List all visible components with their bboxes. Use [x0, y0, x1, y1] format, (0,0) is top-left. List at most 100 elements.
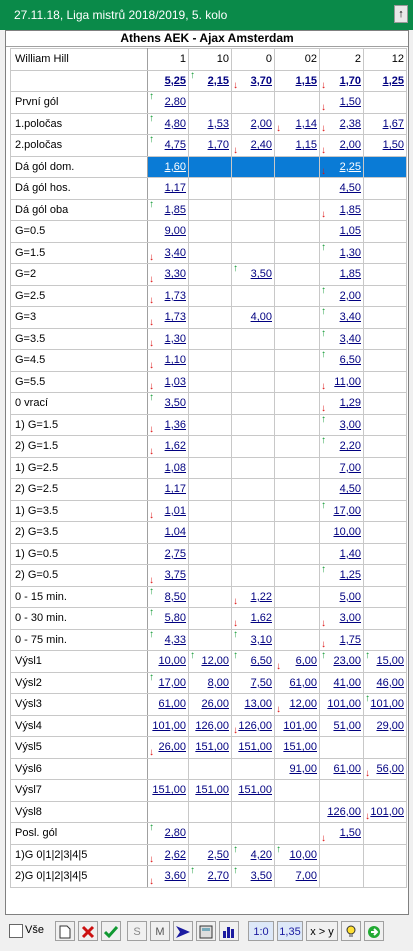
arrow-icon[interactable] [173, 921, 193, 941]
odds-link[interactable]: 101,00 [152, 720, 186, 732]
odds-link[interactable]: 1,85 [340, 268, 361, 280]
odds-link[interactable]: 1,29 [340, 397, 361, 409]
close-button[interactable]: ↑ [394, 5, 408, 23]
odds-link[interactable]: 4,50 [340, 483, 361, 495]
table-row[interactable]: Dá gól oba ↑ 1,85 ↓ 1,85 [10, 198, 407, 221]
odds-link[interactable]: 3,50 [251, 268, 272, 280]
odds-link[interactable]: 11,00 [334, 376, 361, 388]
table-row[interactable]: G=2 ↓ 3,30 ↑ 3,50 1,85 [10, 263, 407, 286]
odds-link[interactable]: 2,62 [165, 849, 186, 861]
odds-link[interactable]: 2,20 [340, 440, 361, 452]
odds-link[interactable]: 3,00 [340, 612, 361, 624]
odds-link[interactable]: 1,15 [296, 75, 317, 87]
odds-link[interactable]: 3,40 [340, 311, 361, 323]
odds-link[interactable]: 2,00 [251, 118, 272, 130]
table-row[interactable]: 2) G=1.5 ↓ 1,62 ↑ 2,20 [10, 435, 407, 458]
odds-link[interactable]: 2,25 [340, 161, 361, 173]
table-row[interactable]: 2) G=0.5 ↓ 3,75 ↑ 1,25 [10, 564, 407, 587]
odds-link[interactable]: 10,00 [333, 526, 361, 538]
odds-link[interactable]: 4,75 [165, 139, 186, 151]
odds-link[interactable]: 1,17 [165, 483, 186, 495]
odds-link[interactable]: 2,00 [340, 139, 361, 151]
bulb-icon[interactable] [341, 921, 361, 941]
table-row[interactable]: 2) G=3.5 1,04 10,00 [10, 521, 407, 544]
odds-link[interactable]: 3,50 [165, 397, 186, 409]
odds-link[interactable]: 3,50 [251, 870, 272, 882]
odds-link[interactable]: 23,00 [333, 655, 361, 667]
odds-link[interactable]: 1,01 [165, 505, 186, 517]
odds-link[interactable]: 5,25 [165, 75, 186, 87]
odds-link[interactable]: 56,00 [376, 763, 404, 775]
odds-link[interactable]: 3,40 [340, 333, 361, 345]
odds-link[interactable]: 41,00 [333, 677, 361, 689]
table-row[interactable]: 0 - 75 min. ↑ 4,33 ↑ 3,10 ↓ 1,75 [10, 628, 407, 651]
odds-link[interactable]: 126,00 [195, 720, 229, 732]
delete-icon[interactable] [78, 921, 98, 941]
chart-icon[interactable] [219, 921, 239, 941]
table-row[interactable]: 2.poločas ↑ 4,75 1,70 ↓ 2,40 1,15 ↓ 2,00 1,50 [10, 134, 407, 157]
table-row[interactable]: 0 - 30 min. ↑ 5,80 ↓ 1,62 ↓ 3,00 [10, 607, 407, 630]
odds-link[interactable]: 2,70 [208, 870, 229, 882]
odds-link[interactable]: 4,80 [165, 118, 186, 130]
table-row[interactable]: Výsl7 151,00 151,00 151,00 [10, 779, 407, 802]
odds-link[interactable]: 4,33 [165, 634, 186, 646]
odds-link[interactable]: 4,50 [340, 182, 361, 194]
odds-link[interactable]: 2,15 [208, 75, 229, 87]
calculator-icon[interactable] [196, 921, 216, 941]
odds-link[interactable]: 101,00 [370, 698, 404, 710]
odds-link[interactable]: 151,00 [238, 784, 272, 796]
odds-link[interactable]: 1,70 [208, 139, 229, 151]
odds-link[interactable]: 1,14 [296, 118, 317, 130]
odds-link[interactable]: 1,85 [340, 204, 361, 216]
odds-link[interactable]: 1,60 [165, 161, 186, 173]
odds-link[interactable]: 8,00 [208, 677, 229, 689]
odds-link[interactable]: 1,50 [383, 139, 404, 151]
go-icon[interactable] [364, 921, 384, 941]
odds-link[interactable]: 1,50 [340, 96, 361, 108]
table-row[interactable]: Výsl3 61,00 26,00 13,00 ↓ 12,00 101,00 ↑ 101,00 [10, 693, 407, 716]
score-button[interactable]: 1:0 [248, 921, 274, 941]
odds-link[interactable]: 101,00 [283, 720, 317, 732]
odds-link[interactable]: 5,00 [340, 591, 361, 603]
odds-link[interactable]: 1,62 [251, 612, 272, 624]
table-row[interactable]: 0 - 15 min. ↑ 8,50 ↓ 1,22 5,00 [10, 585, 407, 608]
table-row[interactable]: Výsl2 ↑ 17,00 8,00 7,50 61,00 41,00 46,00 [10, 671, 407, 694]
odds-link[interactable]: 3,00 [340, 419, 361, 431]
odds-link[interactable]: 1,36 [165, 419, 186, 431]
table-row[interactable]: G=1.5 ↓ 3,40 ↑ 1,30 [10, 241, 407, 264]
odds-link[interactable]: 17,00 [333, 505, 361, 517]
table-row[interactable]: Dá gól dom. 1,60 ↓ 2,25 [10, 155, 407, 178]
odds-link[interactable]: 10,00 [158, 655, 186, 667]
table-row[interactable]: G=5.5 ↓ 1,03 ↓ 11,00 [10, 370, 407, 393]
odds-link[interactable]: 1,10 [165, 354, 186, 366]
odds-link[interactable]: 29,00 [376, 720, 404, 732]
odds-link[interactable]: 1,67 [383, 118, 404, 130]
odds-link[interactable]: 3,30 [165, 268, 186, 280]
odds-link[interactable]: 151,00 [195, 741, 229, 753]
odds-link[interactable]: 51,00 [333, 720, 361, 732]
odds-link[interactable]: 26,00 [201, 698, 229, 710]
odds-link[interactable]: 7,00 [340, 462, 361, 474]
new-document-icon[interactable] [55, 921, 75, 941]
odds-link[interactable]: 4,20 [251, 849, 272, 861]
odds-link[interactable]: 101,00 [370, 806, 404, 818]
odds-link[interactable]: 1,85 [165, 204, 186, 216]
odds-link[interactable]: 2,80 [165, 96, 186, 108]
table-row[interactable]: 2) G=2.5 1,17 4,50 [10, 478, 407, 501]
odds-link[interactable]: 12,00 [289, 698, 317, 710]
check-icon[interactable] [101, 921, 121, 941]
odds-link[interactable]: 1,08 [165, 462, 186, 474]
odds-link[interactable]: 6,50 [251, 655, 272, 667]
table-row[interactable]: Dá gól hos. 1,17 4,50 [10, 177, 407, 200]
odds-link[interactable]: 1,17 [165, 182, 186, 194]
odds-link[interactable]: 2,38 [340, 118, 361, 130]
odds-link[interactable]: 1,53 [208, 118, 229, 130]
odds-link[interactable]: 1,30 [165, 333, 186, 345]
table-row[interactable]: 2)G 0|1|2|3|4|5 ↓ 3,60 ↑ 2,70 ↑ 3,50 7,00 [10, 865, 407, 888]
table-row[interactable]: G=2.5 ↓ 1,73 ↑ 2,00 [10, 284, 407, 307]
odds-link[interactable]: 1,30 [340, 247, 361, 259]
odds-link[interactable]: 7,50 [251, 677, 272, 689]
odds-link[interactable]: 3,40 [165, 247, 186, 259]
table-row[interactable]: G=4.5 ↓ 1,10 ↑ 6,50 [10, 349, 407, 372]
table-row[interactable]: 1)G 0|1|2|3|4|5 ↓ 2,62 2,50 ↑ 4,20 ↑ 10,00 [10, 843, 407, 866]
